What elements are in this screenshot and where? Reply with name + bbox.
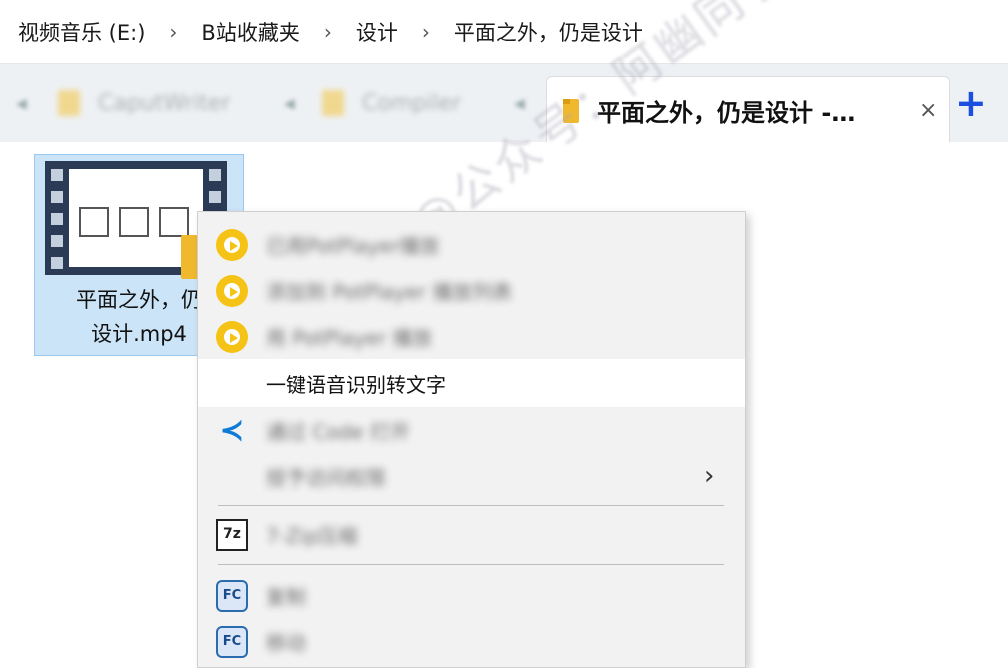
breadcrumb-separator-icon[interactable]: › [422,20,430,44]
chevron-right-icon: › [704,461,715,491]
menu-item-label: 授予访问权限 [266,465,386,490]
menu-item-label: 通过 Code 打开 [266,419,410,444]
menu-item-potplayer-add-playlist[interactable]: 添加到 PotPlayer 播放列表 [198,267,745,313]
tab-separator-icon: ◀ [284,96,295,112]
tab-label: Compiler [362,90,462,116]
folder-icon [58,90,80,116]
breadcrumb-separator-icon[interactable]: › [324,20,332,44]
menu-item-label: 已用PotPlayer播放 [266,233,440,258]
tab-label: CaputWriter [98,90,231,116]
menu-item-label: 复制 [266,584,306,609]
menu-item-label: 一键语音识别转文字 [266,372,446,397]
tab-background-1[interactable]: CaputWriter [58,78,231,128]
menu-item-label: 添加到 PotPlayer 播放列表 [266,279,513,304]
menu-item-label: 用 PotPlayer 播放 [266,325,433,350]
vscode-icon: ≺ [219,413,245,448]
fc-icon: FC [216,626,248,658]
tab-background-2[interactable]: Compiler [322,78,461,128]
breadcrumb-design[interactable]: 设计 [356,17,398,47]
menu-item-give-access[interactable]: 授予访问权限 › [198,453,745,499]
menu-item-speech-to-text[interactable]: 一键语音识别转文字 [198,359,745,407]
menu-item-potplayer-play[interactable]: 已用PotPlayer播放 [198,221,745,267]
breadcrumb-separator-icon[interactable]: › [169,20,177,44]
address-bar[interactable]: 视频音乐 (E:) › B站收藏夹 › 设计 › 平面之外，仍是设计 [0,0,1008,64]
menu-item-open-with-code[interactable]: ≺ 通过 Code 打开 [198,407,745,453]
menu-item-fc-copy[interactable]: FC 复制 [198,572,745,618]
potplayer-icon [216,321,248,353]
fc-icon: FC [216,580,248,612]
breadcrumb-bilibili[interactable]: B站收藏夹 [201,17,299,47]
menu-item-label: 7-Zip压缩 [266,523,358,548]
7zip-icon: 7z [216,519,248,551]
context-menu: 已用PotPlayer播放 添加到 PotPlayer 播放列表 用 PotPl… [197,211,746,668]
close-tab-icon[interactable]: × [919,98,937,123]
menu-item-7zip[interactable]: 7z 7-Zip压缩 [198,511,745,557]
breadcrumb-drive[interactable]: 视频音乐 (E:) [18,17,145,47]
potplayer-icon [216,275,248,307]
menu-item-label: 移动 [266,630,306,655]
menu-item-potplayer-open[interactable]: 用 PotPlayer 播放 [198,313,745,359]
tab-scroll-icon[interactable]: ◀ [16,96,27,112]
potplayer-icon [216,229,248,261]
menu-item-fc-move[interactable]: FC 移动 [198,618,745,664]
folder-icon [322,90,344,116]
add-tab-button[interactable]: + [955,84,987,122]
menu-separator [218,564,724,565]
menu-separator [218,505,724,506]
